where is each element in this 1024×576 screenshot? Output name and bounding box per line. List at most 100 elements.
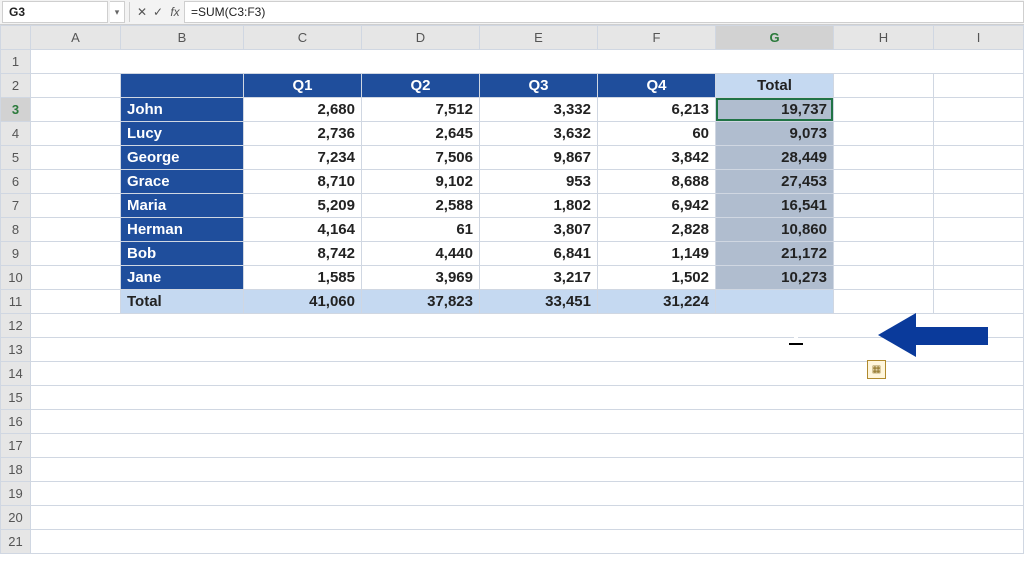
cell[interactable]	[31, 74, 121, 98]
row-name[interactable]: John	[121, 98, 244, 122]
row-header[interactable]: 3	[1, 98, 31, 122]
cell[interactable]	[31, 194, 121, 218]
cell[interactable]	[31, 434, 1024, 458]
cell-total[interactable]: 28,449	[716, 146, 834, 170]
col-q4-header[interactable]: Q4	[598, 74, 716, 98]
cell-q2[interactable]: 7,506	[362, 146, 480, 170]
totals-q1[interactable]: 41,060	[244, 290, 362, 314]
cell-q2[interactable]: 2,588	[362, 194, 480, 218]
row-header[interactable]: 19	[1, 482, 31, 506]
totals-total[interactable]	[716, 290, 834, 314]
col-header-C[interactable]: C	[244, 26, 362, 50]
row-header[interactable]: 13	[1, 338, 31, 362]
row-name[interactable]: Lucy	[121, 122, 244, 146]
cell[interactable]	[834, 122, 934, 146]
cell-total[interactable]: 16,541	[716, 194, 834, 218]
col-header-D[interactable]: D	[362, 26, 480, 50]
col-q1-header[interactable]: Q1	[244, 74, 362, 98]
row-header[interactable]: 4	[1, 122, 31, 146]
totals-q2[interactable]: 37,823	[362, 290, 480, 314]
cell-q3[interactable]: 6,841	[480, 242, 598, 266]
select-all-corner[interactable]	[1, 26, 31, 50]
cell-q2[interactable]: 4,440	[362, 242, 480, 266]
col-total-header[interactable]: Total	[716, 74, 834, 98]
cell[interactable]	[31, 218, 121, 242]
cell[interactable]	[834, 170, 934, 194]
cell-q2[interactable]: 3,969	[362, 266, 480, 290]
col-header-F[interactable]: F	[598, 26, 716, 50]
cell-q4[interactable]: 6,942	[598, 194, 716, 218]
row-header[interactable]: 17	[1, 434, 31, 458]
row-header[interactable]: 11	[1, 290, 31, 314]
cell-q4[interactable]: 2,828	[598, 218, 716, 242]
totals-q3[interactable]: 33,451	[480, 290, 598, 314]
cell[interactable]	[934, 242, 1024, 266]
cell-q1[interactable]: 2,680	[244, 98, 362, 122]
cell-q1[interactable]: 2,736	[244, 122, 362, 146]
cell-q3[interactable]: 3,217	[480, 266, 598, 290]
row-header[interactable]: 21	[1, 530, 31, 554]
row-header[interactable]: 12	[1, 314, 31, 338]
cell-q4[interactable]: 60	[598, 122, 716, 146]
cell-q2[interactable]: 9,102	[362, 170, 480, 194]
cell-q4[interactable]: 1,149	[598, 242, 716, 266]
cell-q2[interactable]: 61	[362, 218, 480, 242]
cell-q1[interactable]: 5,209	[244, 194, 362, 218]
col-header-G[interactable]: G	[716, 26, 834, 50]
enter-icon[interactable]: ✓	[150, 5, 166, 19]
row-name[interactable]: Bob	[121, 242, 244, 266]
row-header[interactable]: 18	[1, 458, 31, 482]
cell[interactable]	[934, 122, 1024, 146]
cell-total[interactable]: 27,453	[716, 170, 834, 194]
autofill-options-icon[interactable]: ▦	[867, 360, 886, 379]
row-header[interactable]: 8	[1, 218, 31, 242]
cancel-icon[interactable]: ✕	[134, 5, 150, 19]
cell[interactable]	[834, 194, 934, 218]
cell[interactable]	[934, 218, 1024, 242]
cell-q2[interactable]: 7,512	[362, 98, 480, 122]
totals-label[interactable]: Total	[121, 290, 244, 314]
cell[interactable]	[31, 242, 121, 266]
cell[interactable]	[934, 98, 1024, 122]
cell-total[interactable]: 9,073	[716, 122, 834, 146]
cell[interactable]	[934, 74, 1024, 98]
col-header-E[interactable]: E	[480, 26, 598, 50]
cell[interactable]	[31, 506, 1024, 530]
row-name[interactable]: George	[121, 146, 244, 170]
cell-q1[interactable]: 8,742	[244, 242, 362, 266]
cell-q3[interactable]: 3,632	[480, 122, 598, 146]
cell[interactable]	[31, 122, 121, 146]
cell-q4[interactable]: 1,502	[598, 266, 716, 290]
row-header[interactable]: 20	[1, 506, 31, 530]
cell-total[interactable]: 10,273	[716, 266, 834, 290]
cell[interactable]	[934, 290, 1024, 314]
cell[interactable]	[31, 98, 121, 122]
cell-q4[interactable]: 6,213	[598, 98, 716, 122]
col-header-A[interactable]: A	[31, 26, 121, 50]
fx-icon[interactable]: fx	[166, 5, 184, 19]
cell[interactable]	[834, 290, 934, 314]
row-name[interactable]: Herman	[121, 218, 244, 242]
col-header-B[interactable]: B	[121, 26, 244, 50]
col-q3-header[interactable]: Q3	[480, 74, 598, 98]
cell-q3[interactable]: 1,802	[480, 194, 598, 218]
cell[interactable]	[31, 266, 121, 290]
cell-q1[interactable]: 1,585	[244, 266, 362, 290]
cell[interactable]	[31, 530, 1024, 554]
cell-q1[interactable]: 4,164	[244, 218, 362, 242]
cell-q1[interactable]: 7,234	[244, 146, 362, 170]
cell[interactable]	[834, 242, 934, 266]
col-header-H[interactable]: H	[834, 26, 934, 50]
cell[interactable]	[31, 458, 1024, 482]
row-header[interactable]: 1	[1, 50, 31, 74]
cell-q3[interactable]: 3,332	[480, 98, 598, 122]
row-header[interactable]: 5	[1, 146, 31, 170]
cell[interactable]	[31, 290, 121, 314]
row-header[interactable]: 16	[1, 410, 31, 434]
totals-q4[interactable]: 31,224	[598, 290, 716, 314]
cell[interactable]	[31, 410, 1024, 434]
cell[interactable]	[31, 50, 1024, 74]
cell[interactable]	[834, 218, 934, 242]
cell-q3[interactable]: 953	[480, 170, 598, 194]
row-name[interactable]: Maria	[121, 194, 244, 218]
